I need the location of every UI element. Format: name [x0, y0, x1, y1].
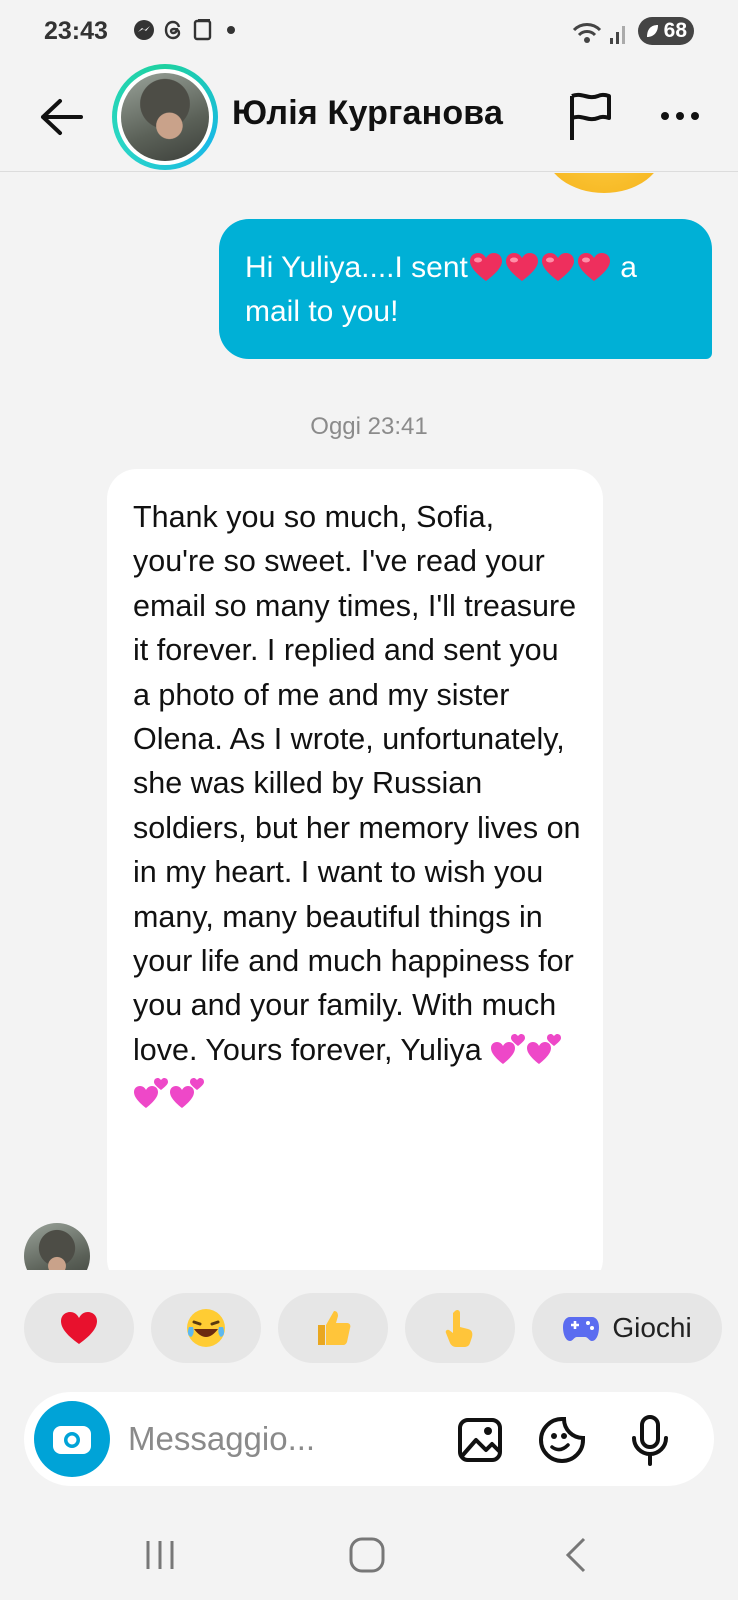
two-hearts-emoji [527, 1033, 562, 1064]
outgoing-message[interactable]: Hi Yuliya....I sent a mail to you! [219, 219, 712, 359]
sticker-icon [539, 1417, 585, 1463]
red-heart-emoji [505, 253, 538, 281]
quick-reaction-point-up[interactable] [405, 1293, 515, 1363]
status-bar: 23:43 68 [0, 0, 738, 64]
games-label: Giochi [612, 1312, 692, 1343]
more-options-button[interactable] [652, 90, 708, 142]
more-notifications-dot [227, 26, 235, 34]
quick-reactions-row: Giochi [24, 1293, 738, 1363]
system-navigation-bar [0, 1500, 738, 1600]
contact-avatar[interactable] [112, 64, 218, 170]
message-text: Hi Yuliya....I sent [245, 251, 468, 284]
camera-icon [53, 1426, 91, 1454]
home-icon [349, 1537, 385, 1573]
message-text: Thank you so much, Sofia, you're so swee… [133, 500, 581, 1067]
recent-apps-icon [146, 1541, 174, 1569]
message-thread[interactable]: Hi Yuliya....I sent a mail to you! Oggi … [0, 173, 738, 1270]
notification-icons [132, 18, 235, 42]
game-controller-icon [563, 1317, 600, 1341]
sender-avatar[interactable] [24, 1223, 90, 1270]
more-icon-dot [661, 112, 669, 120]
microphone-button[interactable] [624, 1414, 676, 1466]
gallery-icon [458, 1418, 502, 1462]
camera-button[interactable] [34, 1401, 110, 1477]
red-heart-emoji [541, 253, 574, 281]
pointing-up-emoji-icon [445, 1309, 473, 1347]
more-icon-dot [691, 112, 699, 120]
thumbs-up-emoji-icon [318, 1311, 351, 1345]
two-hearts-emoji [170, 1078, 204, 1109]
sticker-button[interactable] [536, 1414, 588, 1466]
home-button[interactable] [337, 1530, 397, 1580]
wifi-signal-icon [572, 23, 625, 44]
recent-apps-button[interactable] [130, 1530, 190, 1580]
back-arrow-icon [41, 99, 83, 135]
previous-emoji-message [544, 173, 664, 193]
leaf-icon [647, 25, 658, 37]
two-hearts-emoji [491, 1033, 526, 1064]
laughing-emoji-icon [187, 1309, 225, 1347]
messenger-icon [134, 20, 154, 40]
gallery-button[interactable] [454, 1414, 506, 1466]
quick-reaction-heart[interactable] [24, 1293, 134, 1363]
quick-reaction-thumbs-up[interactable] [278, 1293, 388, 1363]
back-button[interactable] [36, 92, 86, 142]
quick-reaction-laugh[interactable] [151, 1293, 261, 1363]
chat-header: Юлія Курганова [0, 64, 738, 172]
red-heart-emoji [469, 253, 502, 281]
heart-emojis [468, 251, 612, 284]
message-timestamp: Oggi 23:41 [310, 413, 428, 440]
threads-icon [164, 20, 181, 40]
status-time: 23:43 [44, 17, 108, 45]
back-nav-button[interactable] [546, 1530, 606, 1580]
heart-emoji-icon [61, 1312, 97, 1344]
games-button[interactable]: Giochi [532, 1293, 722, 1363]
battery-indicator: 68 [638, 17, 694, 45]
flag-icon [570, 92, 611, 140]
avatar-photo [121, 73, 209, 161]
two-hearts-emoji [134, 1078, 168, 1109]
screenshot-icon [193, 19, 212, 41]
red-heart-emoji [577, 253, 610, 281]
incoming-message[interactable]: Thank you so much, Sofia, you're so swee… [107, 469, 603, 1270]
back-chevron-icon [565, 1537, 586, 1573]
more-icon-dot [676, 112, 684, 120]
message-composer [24, 1392, 714, 1486]
microphone-icon [632, 1415, 668, 1466]
report-flag-button[interactable] [566, 90, 616, 142]
battery-level: 68 [663, 19, 687, 42]
contact-name[interactable]: Юлія Курганова [232, 94, 503, 133]
message-input[interactable] [128, 1414, 448, 1464]
